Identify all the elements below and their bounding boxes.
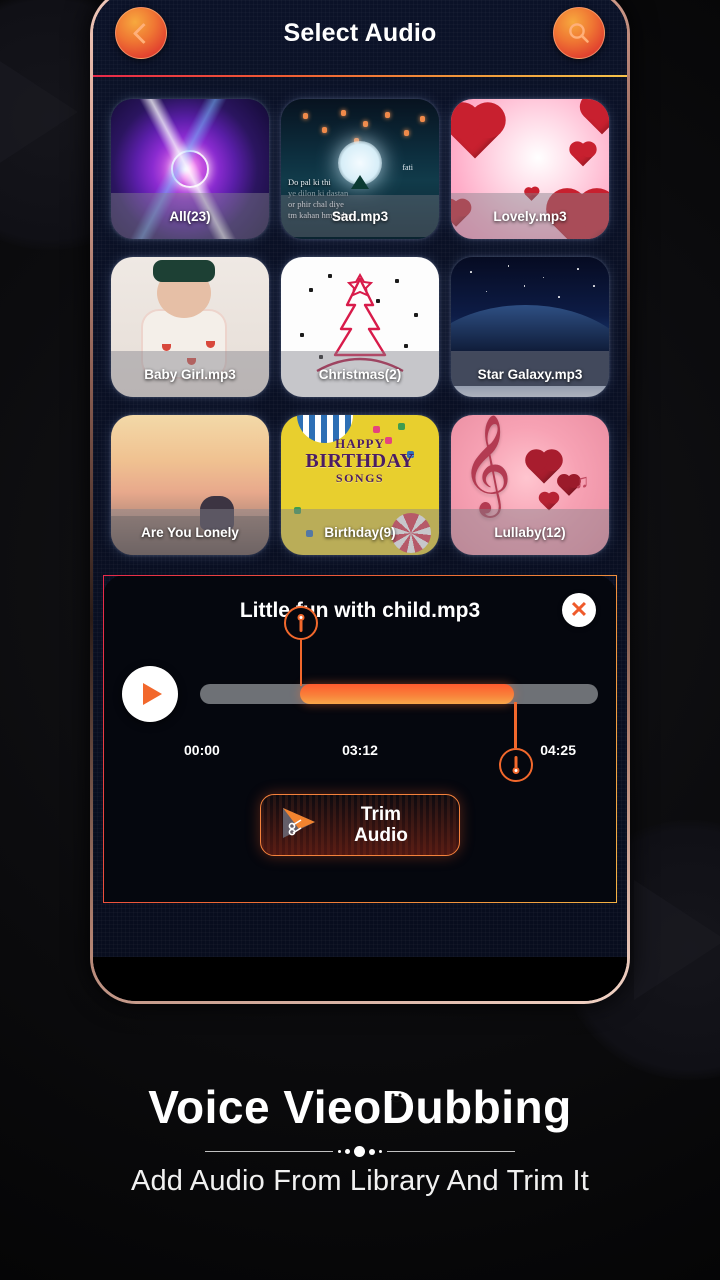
selected-track-title: Little fun with child.mp3 <box>239 599 481 622</box>
promo-title-d: D <box>381 1081 416 1133</box>
slider-selected-range <box>299 684 515 704</box>
divider-line-right <box>387 1150 515 1153</box>
pin-down-icon <box>296 614 306 632</box>
birthday-line-2: BIRTHDAY <box>305 450 415 473</box>
smiley-face-icon <box>390 1093 402 1103</box>
trim-range-slider[interactable] <box>200 606 598 782</box>
phone-screen: Select Audio All(23) fati Do pal ki thi … <box>93 0 627 1001</box>
audio-tile-lullaby[interactable]: 𝄞 ♫ Lullaby(12) <box>451 415 609 555</box>
spiral-ring-icon <box>171 150 209 188</box>
smiley-d-letter: D <box>382 1080 416 1134</box>
audio-player-panel: Little fun with child.mp3 ✕ 00:00 03:12 … <box>103 575 617 903</box>
search-icon <box>569 23 589 43</box>
phone-chin <box>93 957 627 1001</box>
close-player-button[interactable]: ✕ <box>562 593 596 627</box>
audio-tile-label: Are You Lonely <box>111 509 269 555</box>
back-button[interactable] <box>115 7 167 59</box>
player-times: 00:00 03:12 04:25 <box>122 742 598 764</box>
audio-tile-label: Birthday(9) <box>281 509 439 555</box>
watermark-play-left <box>0 52 78 172</box>
promo-subtitle: Add Audio From Library And Trim It <box>130 1165 590 1197</box>
watermark-play-right <box>634 880 720 1000</box>
audio-tile-christmas[interactable]: Christmas(2) <box>281 257 439 397</box>
page-title: Select Audio <box>283 18 437 47</box>
player-transport <box>122 606 598 782</box>
play-scissors-icon <box>283 808 315 838</box>
audio-tile-label: Baby Girl.mp3 <box>111 351 269 397</box>
screenshot-root: Select Audio All(23) fati Do pal ki thi … <box>0 0 720 1280</box>
audio-tile-label: Christmas(2) <box>281 351 439 397</box>
audio-tile-all[interactable]: All(23) <box>111 99 269 239</box>
verse-line-1: Do pal ki thi <box>288 177 331 188</box>
chevron-left-icon <box>132 22 155 44</box>
app-header: Select Audio <box>93 0 627 75</box>
slider-track[interactable] <box>200 606 598 782</box>
audio-tile-sad[interactable]: fati Do pal ki thi ye dilon ki dastan or… <box>281 99 439 239</box>
promo-title-rest: ubbing <box>415 1081 572 1133</box>
trim-label-line1: Trim <box>360 803 402 825</box>
search-button[interactable] <box>553 7 605 59</box>
promo-divider <box>0 1146 720 1157</box>
close-icon: ✕ <box>569 597 589 622</box>
app-screen: Select Audio All(23) fati Do pal ki thi … <box>93 0 627 957</box>
audio-category-grid: All(23) fati Do pal ki thi ye dilon ki d… <box>93 77 627 561</box>
play-icon <box>143 683 162 705</box>
trim-button-row: Trim Audio <box>122 794 598 856</box>
birthday-line-3: SONGS <box>335 471 385 486</box>
end-time-label: 04:25 <box>540 742 576 758</box>
audio-tile-label: All(23) <box>111 193 269 239</box>
current-time-label: 03:12 <box>342 742 378 758</box>
promo-title-part1: Voice Vi <box>148 1081 328 1133</box>
birthday-poster-text: HAPPY BIRTHDAY SONGS <box>281 437 439 484</box>
audio-tile-star-galaxy[interactable]: Star Galaxy.mp3 <box>451 257 609 397</box>
birthday-line-1: HAPPY <box>335 436 385 452</box>
audio-tile-label: Star Galaxy.mp3 <box>451 351 609 397</box>
audio-tile-are-you-lonely[interactable]: Are You Lonely <box>111 415 269 555</box>
slider-start-handle[interactable] <box>283 606 318 686</box>
start-time-label: 00:00 <box>184 742 220 758</box>
audio-tile-baby-girl[interactable]: Baby Girl.mp3 <box>111 257 269 397</box>
trim-label-line2: Audio <box>354 825 408 846</box>
divider-line-left <box>205 1150 333 1153</box>
trim-audio-button[interactable]: Trim Audio <box>260 794 460 856</box>
promo-title-part2: eo <box>327 1081 382 1133</box>
music-note-icon: ♫ <box>574 471 590 493</box>
audio-tile-label: Lovely.mp3 <box>451 193 609 239</box>
slider-start-knob[interactable] <box>283 606 318 640</box>
player-title-row: Little fun with child.mp3 ✕ <box>122 592 598 630</box>
promo-banner: Voice Vi eo Dubbing Add Audio From Librar… <box>0 1080 720 1198</box>
sad-signature: fati <box>402 163 413 173</box>
play-button[interactable] <box>122 666 178 722</box>
divider-dots <box>338 1146 382 1157</box>
audio-tile-label: Lullaby(12) <box>451 509 609 555</box>
audio-tile-lovely[interactable]: Lovely.mp3 <box>451 99 609 239</box>
phone-frame: Select Audio All(23) fati Do pal ki thi … <box>90 0 630 1004</box>
treble-clef-icon: 𝄞 <box>461 416 512 512</box>
promo-title: Voice Vi eo Dubbing <box>0 1080 720 1134</box>
audio-tile-label: Sad.mp3 <box>281 195 439 237</box>
audio-tile-birthday[interactable]: HAPPY BIRTHDAY SONGS Birthday(9) <box>281 415 439 555</box>
trim-button-label: Trim Audio <box>354 804 408 847</box>
